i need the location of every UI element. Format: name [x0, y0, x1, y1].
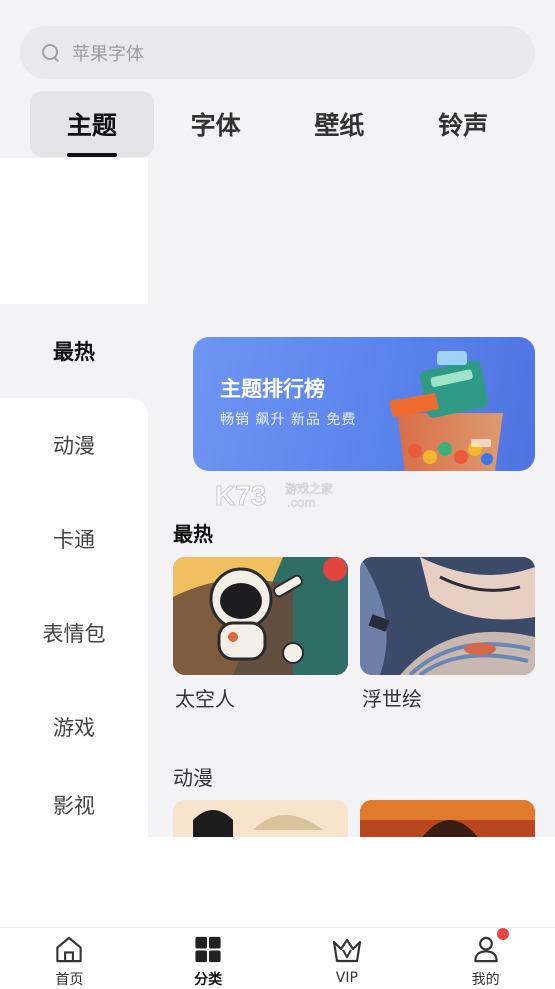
tab-label: 壁纸	[314, 111, 365, 140]
svg-text:K73: K73	[215, 480, 266, 511]
sidebar-item-label: 动漫	[53, 434, 95, 458]
sidebar-item-label: 影视	[53, 794, 95, 818]
user-icon	[473, 936, 498, 963]
search-bar[interactable]: 苹果字体	[20, 26, 535, 79]
header: 苹果字体 主题 字体 壁纸 铃声	[0, 0, 555, 158]
astronaut-thumbnail	[173, 557, 348, 675]
nav-home[interactable]: 首页	[0, 928, 139, 989]
tab-label: 主题	[66, 111, 117, 140]
tab-font[interactable]: 字体	[154, 91, 278, 157]
notification-badge	[497, 928, 510, 940]
ukiyoe-thumbnail	[360, 557, 535, 675]
main-content: 主题排行榜 畅销 飙升 新品 免费 K73 游戏之家 .com 最热 太空人 浮…	[148, 158, 555, 837]
grid-icon	[195, 936, 221, 963]
nav-label: 首页	[55, 972, 84, 988]
home-icon	[56, 936, 83, 963]
search-input[interactable]: 苹果字体	[72, 40, 144, 66]
nav-label: 我的	[471, 972, 500, 988]
sidebar-item-label: 表情包	[42, 622, 106, 646]
tab-label: 铃声	[438, 111, 489, 140]
tab-active-indicator	[67, 153, 117, 157]
card-label: 浮世绘	[362, 687, 422, 711]
theme-card[interactable]	[360, 800, 535, 837]
watermark-logo: K73 游戏之家 .com	[215, 480, 334, 512]
popcorn-box-illustration	[389, 351, 503, 471]
sidebar-item-anime[interactable]: 动漫	[0, 398, 148, 492]
card-label: 太空人	[175, 687, 235, 711]
sidebar-spacer	[0, 158, 148, 304]
anime-thumbnail	[173, 800, 348, 837]
svg-text:.com: .com	[287, 495, 315, 510]
banner-subtitle: 畅销 飙升 新品 免费	[220, 412, 357, 428]
nav-mine[interactable]: 我的	[416, 928, 555, 989]
section-title-anime: 动漫	[173, 766, 213, 790]
sidebar-item-label: 卡通	[53, 528, 95, 552]
theme-card[interactable]	[173, 800, 348, 837]
ranking-banner[interactable]: 主题排行榜 畅销 飙升 新品 免费	[193, 337, 535, 471]
theme-card[interactable]: 太空人	[173, 557, 348, 712]
sidebar-item-label: 游戏	[53, 716, 95, 740]
tab-wallpaper[interactable]: 壁纸	[278, 91, 402, 157]
sidebar-item-cartoon[interactable]: 卡通	[0, 492, 148, 586]
action-thumbnail	[360, 800, 535, 837]
svg-text:游戏之家: 游戏之家	[285, 481, 333, 496]
tab-ringtone[interactable]: 铃声	[401, 91, 525, 157]
section-title-hot: 最热	[173, 522, 213, 546]
crown-icon	[332, 938, 361, 963]
sidebar-item-film[interactable]: 影视	[0, 774, 148, 837]
tab-label: 字体	[190, 111, 241, 140]
nav-vip[interactable]: VIP	[278, 928, 417, 989]
sidebar-item-game[interactable]: 游戏	[0, 680, 148, 774]
nav-label: VIP	[335, 970, 358, 986]
category-sidebar: 最热 动漫 卡通 表情包 游戏 影视	[0, 158, 148, 837]
sidebar-item-emoji[interactable]: 表情包	[0, 586, 148, 680]
banner-title: 主题排行榜	[220, 377, 325, 401]
search-icon	[42, 43, 60, 62]
tab-bar: 主题 字体 壁纸 铃声	[30, 91, 525, 157]
nav-label: 分类	[194, 972, 223, 988]
bottom-nav: 首页 分类 VIP 我的	[0, 927, 555, 989]
nav-category[interactable]: 分类	[139, 928, 278, 989]
sidebar-item-label: 最热	[53, 340, 95, 364]
sidebar-item-hot[interactable]: 最热	[0, 304, 148, 398]
theme-card[interactable]: 浮世绘	[360, 557, 535, 712]
tab-theme[interactable]: 主题	[30, 91, 154, 157]
